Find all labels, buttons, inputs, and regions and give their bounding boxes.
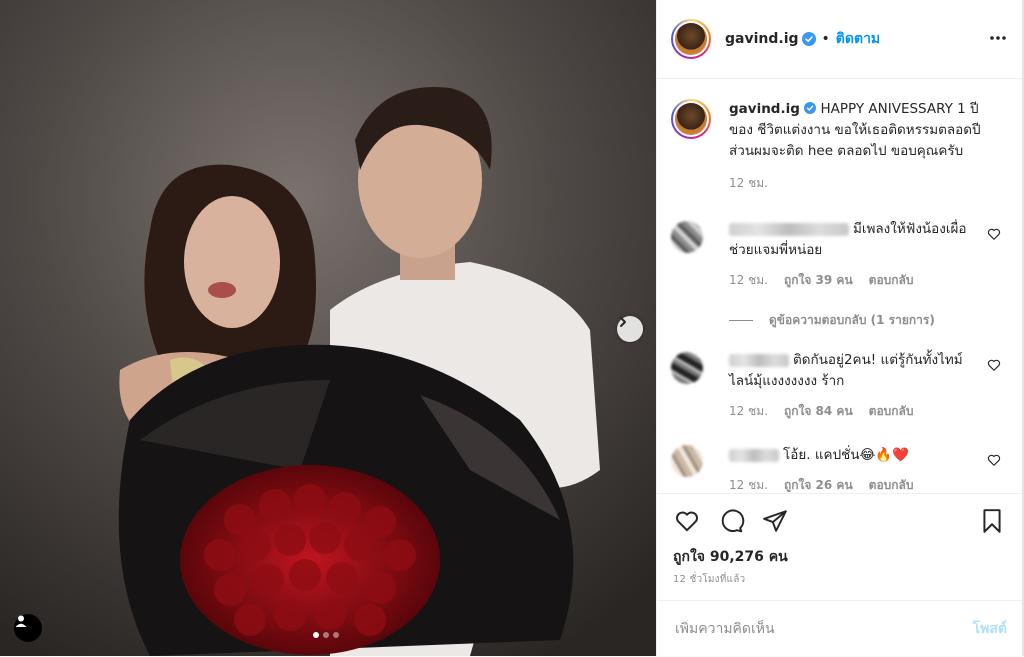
user-tag-button[interactable] xyxy=(14,614,42,642)
caption-text: gavind.ig HAPPY ANIVESSARY 1 ปี ของ ชีวิ… xyxy=(729,99,1001,162)
carousel-dot xyxy=(333,632,339,638)
follow-button[interactable]: ติดตาม xyxy=(836,28,880,50)
photo-illustration xyxy=(0,0,656,656)
caption-time: 12 ชม. xyxy=(729,176,768,190)
carousel-dot xyxy=(323,632,329,638)
view-replies-text: ดูข้อความตอบกลับ (1 รายการ) xyxy=(769,313,935,327)
carousel-dot xyxy=(313,632,319,638)
comment-input[interactable] xyxy=(673,620,947,638)
likes-count[interactable]: ถูกใจ 90,276 คน xyxy=(673,546,788,568)
commenter-username[interactable] xyxy=(729,448,779,462)
post-photo[interactable] xyxy=(0,0,656,656)
comment-item: โอ้ย. แคปชั่น😂🔥❤️ 12 ชม. ถูกใจ 26 คน ตอบ… xyxy=(671,445,1001,492)
more-icon[interactable] xyxy=(989,26,1007,50)
reply-button[interactable]: ตอบกลับ xyxy=(869,476,914,492)
caption-avatar[interactable] xyxy=(671,99,711,139)
commenter-username[interactable] xyxy=(729,222,849,236)
post-header: gavind.ig • ติดตาม xyxy=(657,0,1023,79)
commenter-avatar[interactable] xyxy=(671,445,703,477)
post-details-panel: gavind.ig • ติดตาม gavind.ig HAPPY ANIVE… xyxy=(656,0,1023,656)
comment-time: 12 ชม. xyxy=(729,273,768,287)
author-avatar[interactable] xyxy=(671,19,711,59)
comment-time: 12 ชม. xyxy=(729,478,768,492)
reply-button[interactable]: ตอบกลับ xyxy=(869,402,914,421)
caption: gavind.ig HAPPY ANIVESSARY 1 ปี ของ ชีวิ… xyxy=(671,99,1001,193)
separator-dot: • xyxy=(821,31,830,47)
comment-item: มีเพลงให้ฟังน้องเผื่อช่วยแจมพี่หน่อย 12 … xyxy=(671,219,1001,290)
comment-likes[interactable]: ถูกใจ 39 คน xyxy=(784,271,853,290)
chevron-right-icon xyxy=(620,317,626,327)
comment-time: 12 ชม. xyxy=(729,404,768,418)
author-username[interactable]: gavind.ig xyxy=(725,31,799,47)
view-replies-button[interactable]: ดูข้อความตอบกลับ (1 รายการ) xyxy=(729,311,935,330)
commenter-username[interactable] xyxy=(729,353,789,367)
comment-likes[interactable]: ถูกใจ 84 คน xyxy=(784,402,853,421)
caption-username[interactable]: gavind.ig xyxy=(729,101,800,117)
comments-list[interactable]: gavind.ig HAPPY ANIVESSARY 1 ปี ของ ชีวิ… xyxy=(657,79,1023,492)
comment-item: ติดกันอยู่2คน! แต่รู้กันทั้งไทม์ไลน์มุ้แ… xyxy=(671,350,1001,421)
heart-icon[interactable] xyxy=(987,453,1001,467)
heart-icon[interactable] xyxy=(987,227,1001,241)
verified-icon xyxy=(801,32,816,46)
verified-icon xyxy=(804,102,817,114)
post-timestamp[interactable]: 12 ชั่วโมงที่แล้ว xyxy=(673,572,745,587)
reply-button[interactable]: ตอบกลับ xyxy=(869,271,914,290)
comment-likes[interactable]: ถูกใจ 26 คน xyxy=(784,476,853,492)
comment-icon[interactable] xyxy=(717,508,745,534)
post-comment-button[interactable]: โพสต์ xyxy=(973,618,1007,640)
commenter-avatar[interactable] xyxy=(671,221,703,253)
heart-icon[interactable] xyxy=(673,508,701,534)
add-comment-bar: โพสต์ xyxy=(657,600,1023,657)
user-tag-icon xyxy=(15,615,27,627)
share-icon[interactable] xyxy=(761,508,789,534)
post-actions: ถูกใจ 90,276 คน 12 ชั่วโมงที่แล้ว xyxy=(657,493,1023,594)
commenter-avatar[interactable] xyxy=(671,352,703,384)
bookmark-icon[interactable] xyxy=(979,508,1005,534)
next-photo-button[interactable] xyxy=(617,316,643,342)
comment-text: โอ้ย. แคปชั่น😂🔥❤️ xyxy=(783,447,909,463)
carousel-indicator xyxy=(313,632,339,638)
heart-icon[interactable] xyxy=(987,358,1001,372)
